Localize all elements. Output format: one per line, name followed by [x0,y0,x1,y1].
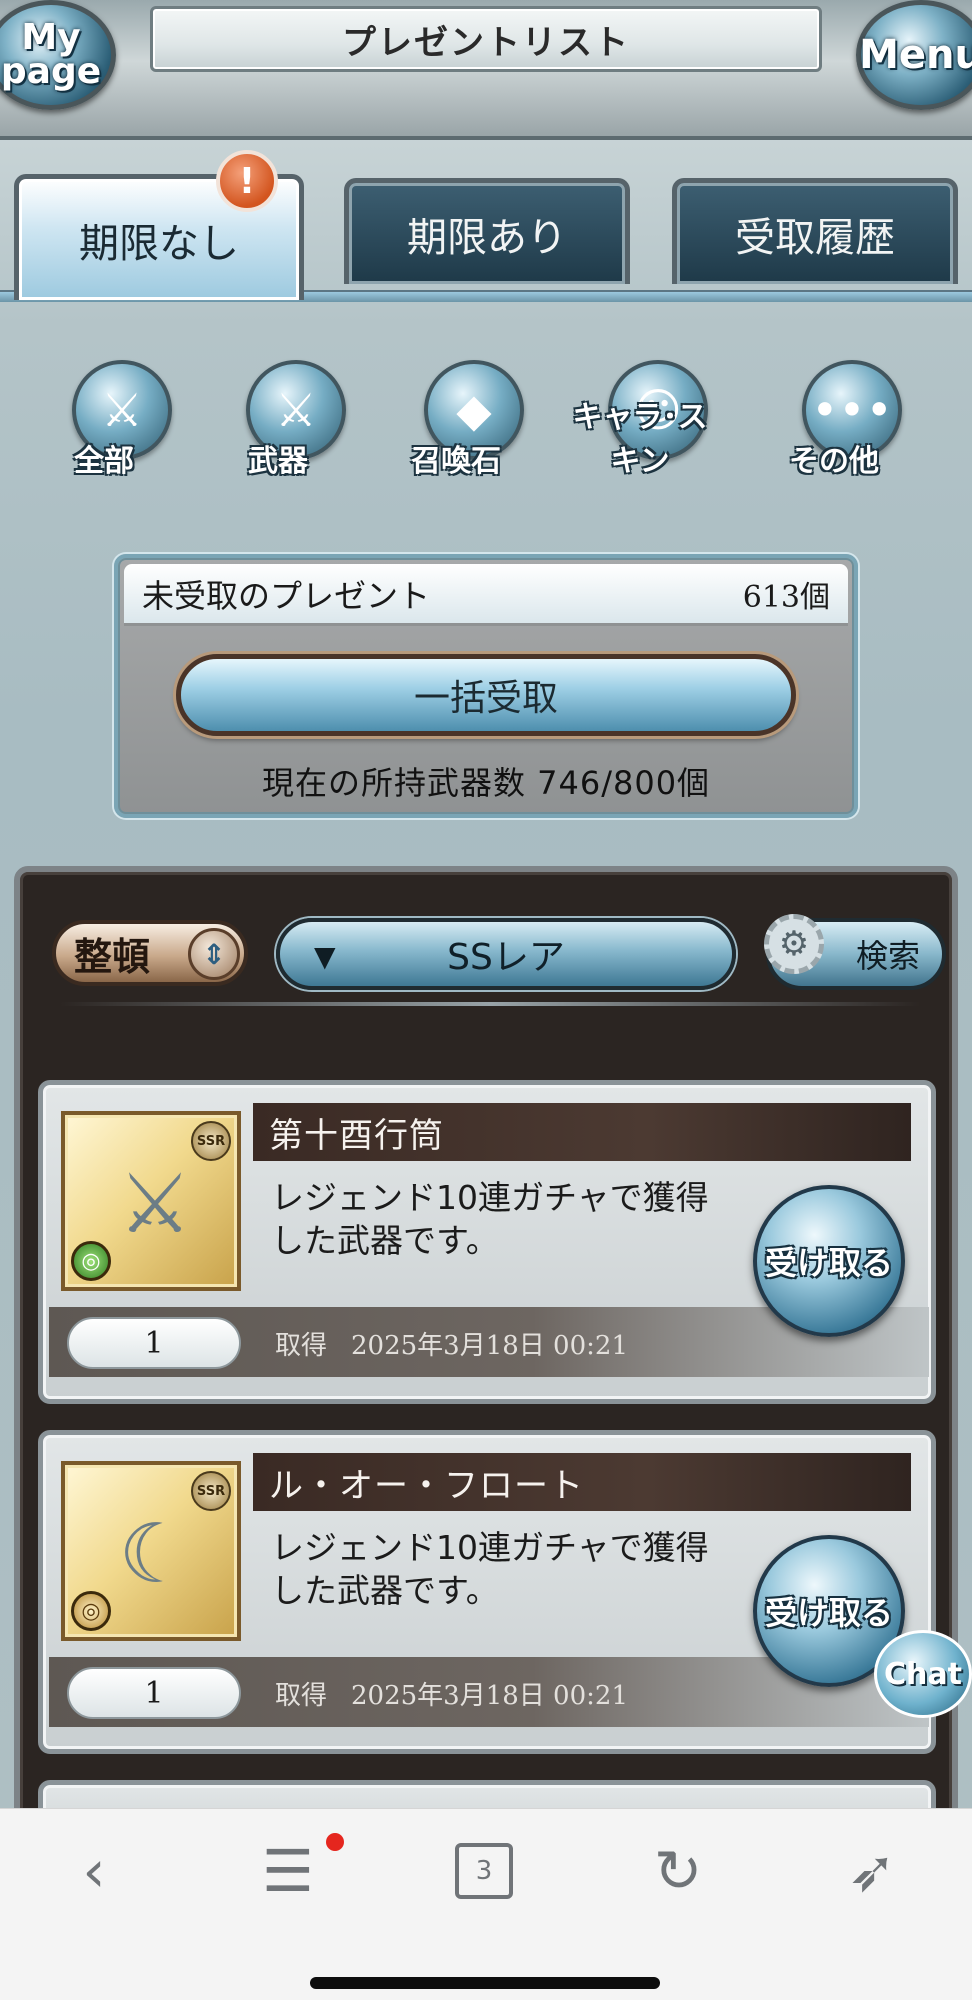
category-label: キャラ･スキン [572,400,708,479]
weapon-thumbnail[interactable]: ⚔ SSR ◎ [61,1111,241,1291]
game-screen: My page プレゼントリスト Menu ! 期限なし 期限あり 受取履歴 ⚔… [0,0,972,1808]
receive-button[interactable]: 受け取る [753,1185,905,1337]
rarity-badge: SSR [191,1471,231,1511]
title-plate: プレゼントリスト [150,6,822,72]
category-other[interactable]: ••• その他 [764,360,904,490]
notification-dot [326,1833,344,1851]
rocket-icon: ➶ [847,1837,897,1905]
menu-button[interactable]: Menu [856,0,972,110]
rarity-filter-select[interactable]: ▼ SSレア [276,918,736,990]
category-filters: ⚔ 全部 ⚔ 武器 ◆ 召喚石 ☺ キャラ･スキン ••• その他 [0,340,972,500]
tab-label: 受取履歴 [735,214,895,261]
acquired-label: 取得 [275,1331,328,1361]
acquired-date: 2025年3月18日 00:21 [351,1681,628,1711]
rarity-badge: SSR [191,1121,231,1161]
category-character[interactable]: ☺ キャラ･スキン [570,360,710,490]
menu-label: Menu [859,32,972,78]
category-weapon[interactable]: ⚔ 武器 [208,360,348,490]
item-quantity: 1 [67,1317,241,1369]
divider [60,1002,920,1006]
list-item: ⚔ SSR ◎ 第十酉行筒 レジェンド10連ガチャで獲得した武器です。 1 取得… [38,1080,936,1404]
acquired-date: 2025年3月18日 00:21 [351,1331,628,1361]
tab-label: 期限なし [79,220,239,267]
weapon-art-icon: ☾ [118,1506,192,1602]
category-label: 召喚石 [411,444,501,479]
list-toolbar: 整頓 ⇕ ▼ SSレア ⚙ 検索 [36,914,946,990]
item-name: 第十酉行筒 [253,1103,911,1161]
hamburger-icon: ☰ [262,1837,314,1905]
item-name: ル・オー・フロート [253,1453,911,1511]
present-list: 整頓 ⇕ ▼ SSレア ⚙ 検索 ⚔ SSR ◎ 第十酉行筒 レジェンド10連ガ… [14,866,958,1808]
search-label: 検索 [855,937,920,975]
dropdown-arrow-icon: ▼ [314,940,336,973]
sort-label: 整頓 [74,934,151,979]
category-summon[interactable]: ◆ 召喚石 [386,360,526,490]
bulk-receive-button[interactable]: 一括受取 [176,654,796,736]
chat-button[interactable]: Chat [874,1630,972,1718]
summary-header: 未受取のプレゼント 613個 [124,564,848,626]
list-item: ☾ SSR ◎ ル・オー・フロート レジェンド10連ガチャで獲得した武器です。 … [38,1430,936,1754]
reload-button[interactable]: ↻ [628,1833,728,1909]
home-indicator [310,1977,660,1989]
sort-button[interactable]: 整頓 ⇕ [52,920,248,986]
item-description: レジェンド10連ガチャで獲得した武器です。 [271,1178,709,1260]
item-quantity: 1 [67,1667,241,1719]
tab-label: 期限あり [407,214,567,261]
receive-label: 受け取る [764,1594,893,1632]
bulk-receive-label: 一括受取 [413,678,558,719]
chat-label: Chat [884,1656,962,1692]
weapon-thumbnail[interactable]: ☾ SSR ◎ [61,1461,241,1641]
page-title: プレゼントリスト [342,22,630,63]
tab-history[interactable]: 受取履歴 [672,178,958,284]
header: My page プレゼントリスト Menu [0,0,972,140]
tab-count-icon: 3 [455,1843,513,1899]
owned-weapons-count: 現在の所持武器数 746/800個 [261,764,711,802]
category-label: 武器 [248,444,308,479]
light-element-icon: ◎ [71,1591,111,1631]
unreceived-count: 613個 [742,579,830,615]
reload-icon: ↻ [653,1837,703,1905]
unreceived-label: 未受取のプレゼント [142,576,431,615]
gear-icon: ⚙ [764,914,824,974]
tab-bar: ! 期限なし 期限あり 受取履歴 [0,150,972,302]
acquired-label: 取得 [275,1681,328,1711]
rocket-button[interactable]: ➶ [822,1833,922,1909]
alert-icon: ! [216,150,278,212]
back-button[interactable]: ‹ [44,1833,144,1909]
receive-label: 受け取る [764,1244,893,1282]
sort-icon: ⇕ [188,928,240,980]
item-description: レジェンド10連ガチャで獲得した武器です。 [271,1528,709,1610]
chevron-left-icon: ‹ [82,1837,106,1905]
category-label: その他 [789,444,879,479]
browser-toolbar: ‹ ☰ 3 ↻ ➶ [0,1808,972,2000]
wind-element-icon: ◎ [71,1241,111,1281]
mypage-label: My page [0,16,102,92]
category-label: 全部 [74,444,134,479]
present-summary: 未受取のプレゼント 613個 一括受取 現在の所持武器数 746/800個 [114,554,858,818]
list-item [38,1780,936,1808]
filter-value: SSレア [447,937,565,978]
tab-with-expiry[interactable]: 期限あり [344,178,630,284]
weapon-art-icon: ⚔ [118,1156,192,1252]
search-button[interactable]: ⚙ 検索 [764,914,946,990]
mypage-button[interactable]: My page [0,0,116,110]
menu-list-button[interactable]: ☰ [238,1833,338,1909]
tabs-button[interactable]: 3 [434,1833,534,1909]
category-all[interactable]: ⚔ 全部 [34,360,174,490]
